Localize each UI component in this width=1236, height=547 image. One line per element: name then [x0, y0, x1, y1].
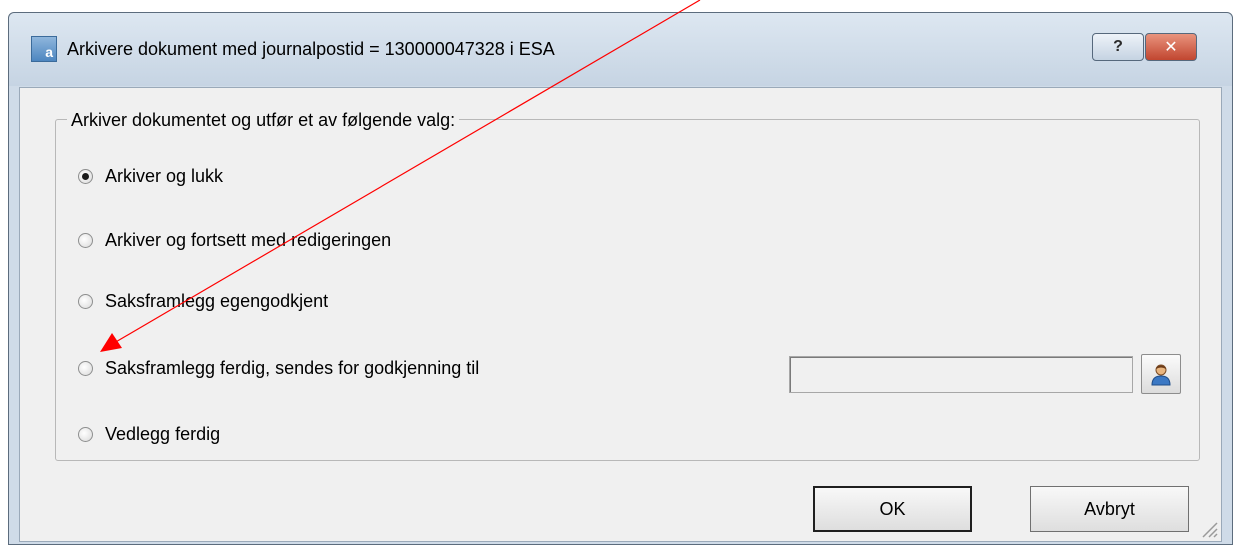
- radio-button[interactable]: [78, 232, 93, 248]
- select-person-button[interactable]: [1141, 354, 1181, 394]
- document-icon: a: [31, 36, 57, 62]
- close-button[interactable]: ✕: [1145, 33, 1197, 61]
- resize-grip-icon[interactable]: [1197, 517, 1219, 539]
- radio-label: Arkiver og lukk: [105, 165, 224, 186]
- radio-arkiver-og-fortsett[interactable]: Arkiver og fortsett med redigeringen: [78, 227, 391, 253]
- close-icon: ✕: [1164, 39, 1178, 56]
- radio-button[interactable]: [78, 168, 93, 184]
- radio-saksframlegg-ferdig[interactable]: Saksframlegg ferdig, sendes for godkjenn…: [78, 355, 479, 381]
- radio-button[interactable]: [78, 293, 93, 309]
- radio-label: Saksframlegg egengodkjent: [105, 290, 329, 311]
- ok-button[interactable]: OK: [813, 486, 972, 532]
- radio-label: Vedlegg ferdig: [105, 423, 221, 444]
- dialog-content: Arkiver dokumentet og utfør et av følgen…: [19, 87, 1222, 542]
- radio-label: Arkiver og fortsett med redigeringen: [105, 229, 392, 250]
- help-icon: ?: [1113, 38, 1123, 55]
- radio-button[interactable]: [78, 360, 93, 376]
- approver-field[interactable]: [789, 356, 1133, 393]
- window-title: Arkivere dokument med journalpostid = 13…: [67, 39, 555, 59]
- help-button[interactable]: ?: [1092, 33, 1144, 61]
- cancel-button[interactable]: Avbryt: [1030, 486, 1189, 532]
- title-bar[interactable]: a Arkivere dokument med journalpostid = …: [9, 13, 1232, 86]
- groupbox-legend: Arkiver dokumentet og utfør et av følgen…: [67, 110, 460, 131]
- person-icon: [1151, 364, 1171, 386]
- radio-saksframlegg-egengodkjent[interactable]: Saksframlegg egengodkjent: [78, 288, 328, 314]
- radio-vedlegg-ferdig[interactable]: Vedlegg ferdig: [78, 421, 220, 447]
- radio-button[interactable]: [78, 426, 93, 442]
- radio-label: Saksframlegg ferdig, sendes for godkjenn…: [105, 357, 480, 378]
- radio-arkiver-og-lukk[interactable]: Arkiver og lukk: [78, 163, 223, 189]
- dialog-window: a Arkivere dokument med journalpostid = …: [8, 12, 1233, 545]
